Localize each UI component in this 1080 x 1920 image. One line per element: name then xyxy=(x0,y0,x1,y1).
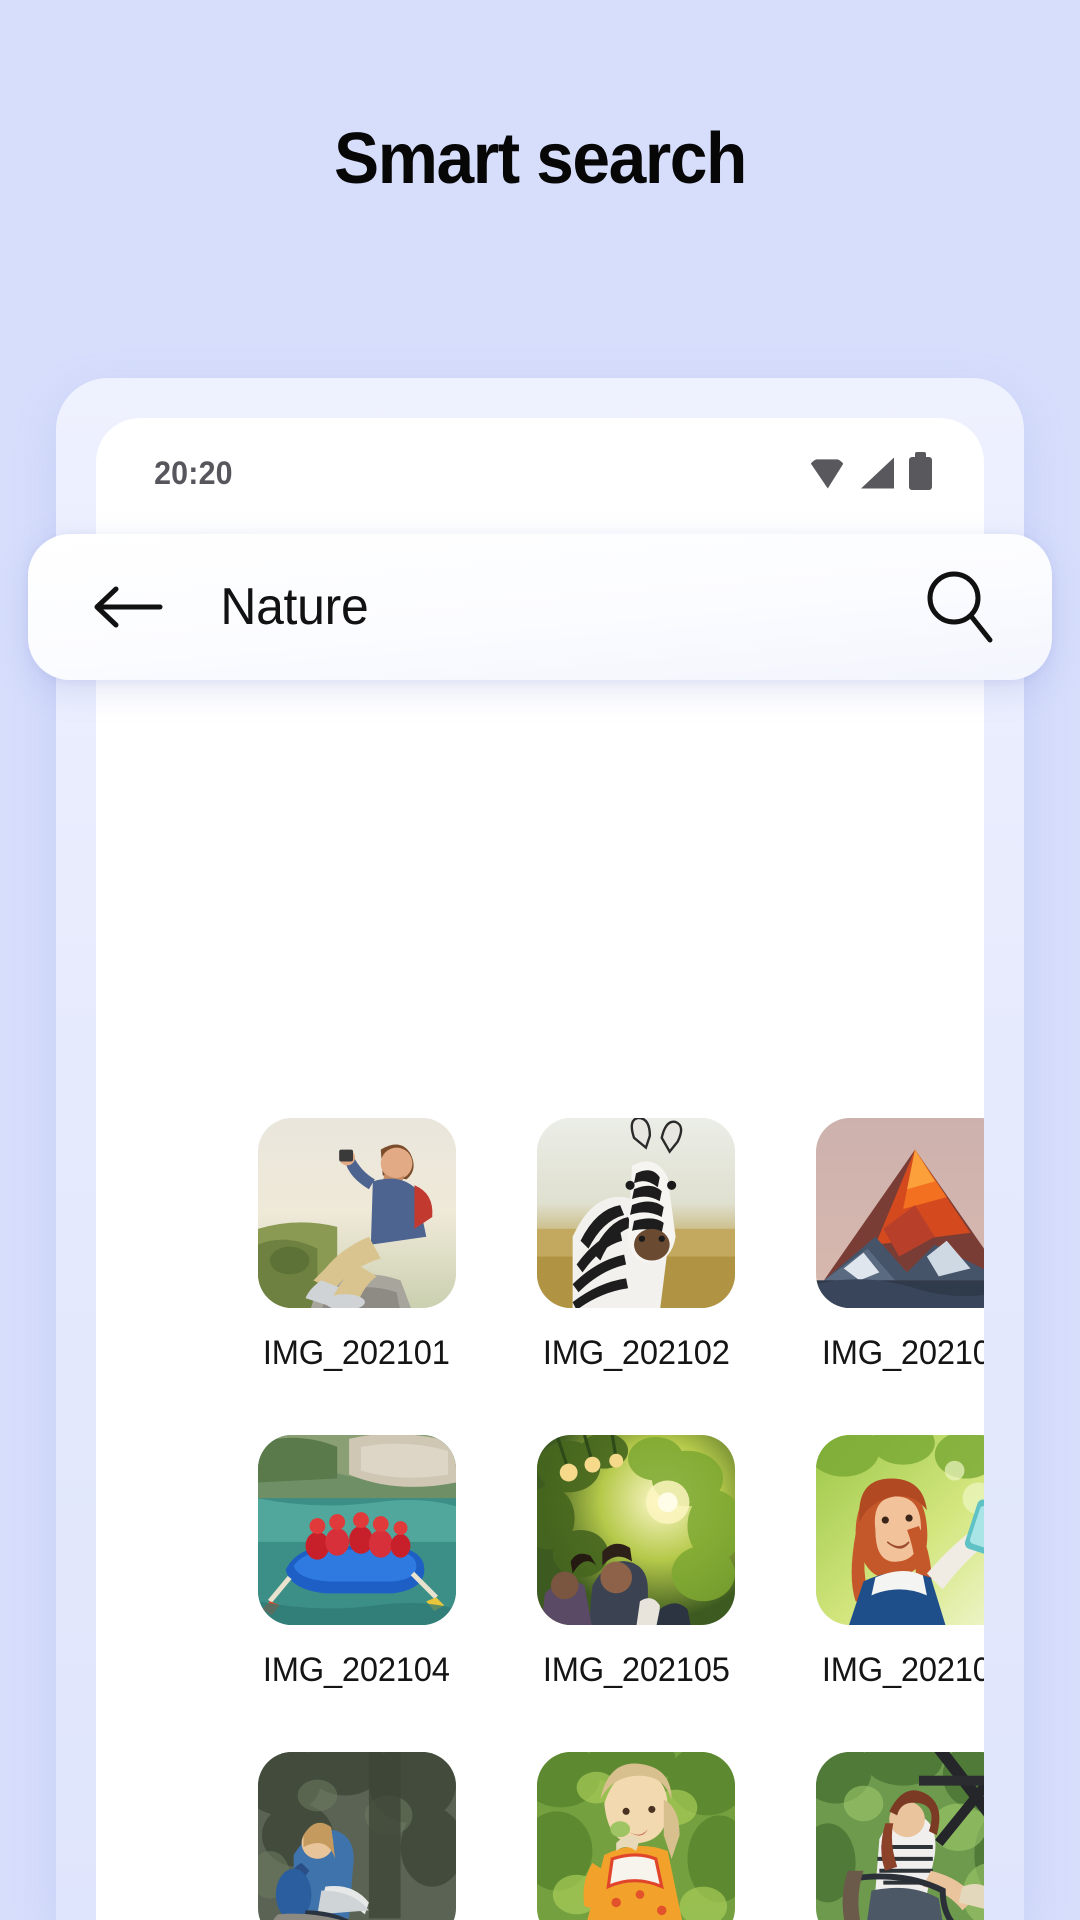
grid-item[interactable]: IMG_202103 xyxy=(787,1118,984,1373)
photo-thumbnail[interactable] xyxy=(536,1752,735,1920)
grid-item[interactable]: IMG_202105 xyxy=(507,1435,764,1690)
photo-thumbnail[interactable] xyxy=(257,1118,456,1308)
photo-label: IMG_202101 xyxy=(263,1334,451,1372)
photo-thumbnail[interactable] xyxy=(816,1435,984,1625)
photo-thumbnail[interactable] xyxy=(816,1118,984,1308)
photo-label: IMG_202106 xyxy=(821,1651,984,1689)
search-results-grid: IMG_202101 IMG_202102 IMG_2021 IMG_20210… xyxy=(192,1118,984,1920)
grid-item[interactable]: IMG_202109 xyxy=(787,1752,984,1920)
wifi-icon xyxy=(808,459,846,489)
photo-thumbnail[interactable] xyxy=(536,1118,735,1308)
search-bar[interactable]: Nature xyxy=(28,534,1052,680)
photo-label: IMG_202104 xyxy=(263,1651,451,1689)
back-arrow-icon[interactable] xyxy=(90,581,164,633)
grid-item[interactable]: IMG_202106 xyxy=(787,1435,984,1690)
photo-label: IMG_202105 xyxy=(542,1651,730,1689)
photo-thumbnail[interactable] xyxy=(816,1752,984,1920)
grid-item[interactable]: IMG_202108 xyxy=(507,1752,764,1920)
photo-thumbnail[interactable] xyxy=(257,1435,456,1625)
status-icon-group xyxy=(808,451,932,490)
photo-label: IMG_202103 xyxy=(821,1334,984,1372)
battery-icon xyxy=(909,451,932,490)
photo-label: IMG_202102 xyxy=(542,1334,730,1372)
photo-thumbnail[interactable] xyxy=(257,1752,456,1920)
page-title: Smart search xyxy=(334,119,747,199)
grid-item[interactable]: IMG_202104 xyxy=(228,1435,485,1690)
status-time: 20:20 xyxy=(154,454,233,491)
search-icon[interactable] xyxy=(922,568,996,646)
photo-thumbnail[interactable] xyxy=(536,1435,735,1625)
search-query-text[interactable]: Nature xyxy=(220,577,907,637)
status-bar: 20:20 xyxy=(96,418,984,528)
grid-item[interactable]: IMG_202101 xyxy=(228,1118,485,1373)
grid-item[interactable]: IMG_202102 xyxy=(507,1118,764,1373)
cellular-signal-icon xyxy=(861,457,894,489)
grid-item[interactable]: IMG_202107 xyxy=(228,1752,485,1920)
